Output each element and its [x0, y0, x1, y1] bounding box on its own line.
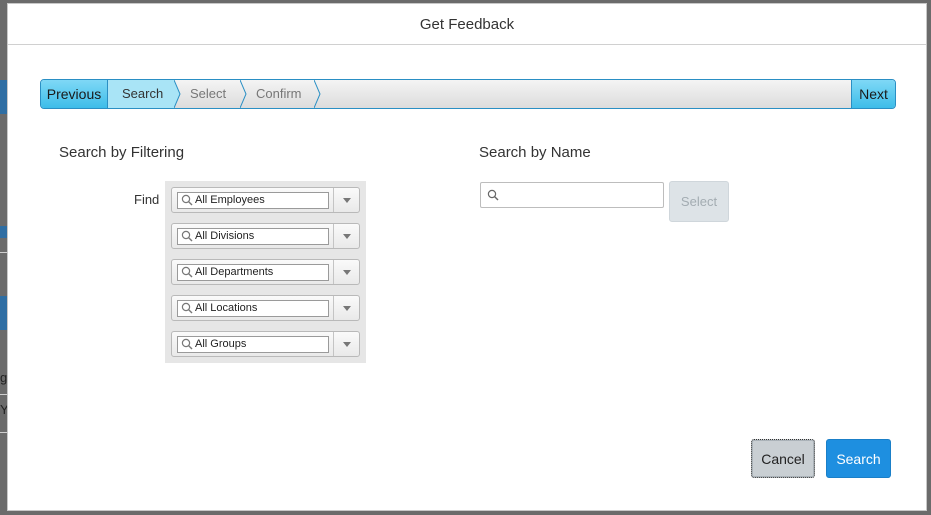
search-icon: [181, 194, 193, 206]
combo-value: All Employees: [195, 194, 265, 206]
previous-button[interactable]: Previous: [41, 80, 108, 108]
search-icon: [181, 302, 193, 314]
dropdown-button[interactable]: [333, 224, 359, 248]
wizard-bar: Previous Search Select Confirm Next: [40, 79, 896, 109]
caret-down-icon: [342, 197, 351, 203]
combo-value: All Groups: [195, 338, 247, 350]
combo-field[interactable]: All Departments: [177, 264, 329, 281]
combo-value: All Departments: [195, 266, 274, 278]
search-icon: [181, 230, 193, 242]
select-button[interactable]: Select: [669, 181, 729, 222]
wizard-step-search[interactable]: Search: [108, 80, 174, 108]
name-search-input[interactable]: [503, 185, 659, 205]
cancel-button[interactable]: Cancel: [751, 439, 815, 478]
employees-combo[interactable]: All Employees: [171, 187, 360, 213]
combo-value: All Divisions: [195, 230, 255, 242]
wizard-step-confirm[interactable]: Confirm: [242, 80, 316, 108]
next-button[interactable]: Next: [851, 80, 895, 108]
dialog-header: Get Feedback: [8, 4, 926, 45]
search-icon: [181, 338, 193, 350]
wizard-step-select[interactable]: Select: [176, 80, 242, 108]
combo-field[interactable]: All Divisions: [177, 228, 329, 245]
combo-field[interactable]: All Employees: [177, 192, 329, 209]
dropdown-button[interactable]: [333, 296, 359, 320]
wizard-step-label: Search: [122, 86, 164, 101]
caret-down-icon: [342, 341, 351, 347]
combo-field[interactable]: All Locations: [177, 300, 329, 317]
filter-panel: All Employees All Divisions All Departme…: [165, 181, 366, 363]
caret-down-icon: [342, 269, 351, 275]
dropdown-button[interactable]: [333, 332, 359, 356]
name-section-title: Search by Name: [479, 144, 591, 161]
combo-field[interactable]: All Groups: [177, 336, 329, 353]
groups-combo[interactable]: All Groups: [171, 331, 360, 357]
divisions-combo[interactable]: All Divisions: [171, 223, 360, 249]
chevron-right-icon: [314, 80, 321, 108]
locations-combo[interactable]: All Locations: [171, 295, 360, 321]
wizard-step-label: Select: [190, 86, 227, 101]
get-feedback-dialog: Get Feedback Previous Search Select Conf…: [7, 3, 927, 511]
dialog-title: Get Feedback: [419, 15, 515, 33]
name-search-field[interactable]: [480, 182, 664, 208]
wizard-step-label: Confirm: [256, 86, 302, 101]
departments-combo[interactable]: All Departments: [171, 259, 360, 285]
caret-down-icon: [342, 305, 351, 311]
find-label: Find: [134, 192, 160, 207]
search-button[interactable]: Search: [826, 439, 891, 478]
search-icon: [487, 189, 499, 201]
caret-down-icon: [342, 233, 351, 239]
combo-value: All Locations: [195, 302, 258, 314]
dropdown-button[interactable]: [333, 188, 359, 212]
search-icon: [181, 266, 193, 278]
filter-section-title: Search by Filtering: [59, 144, 185, 161]
dropdown-button[interactable]: [333, 260, 359, 284]
